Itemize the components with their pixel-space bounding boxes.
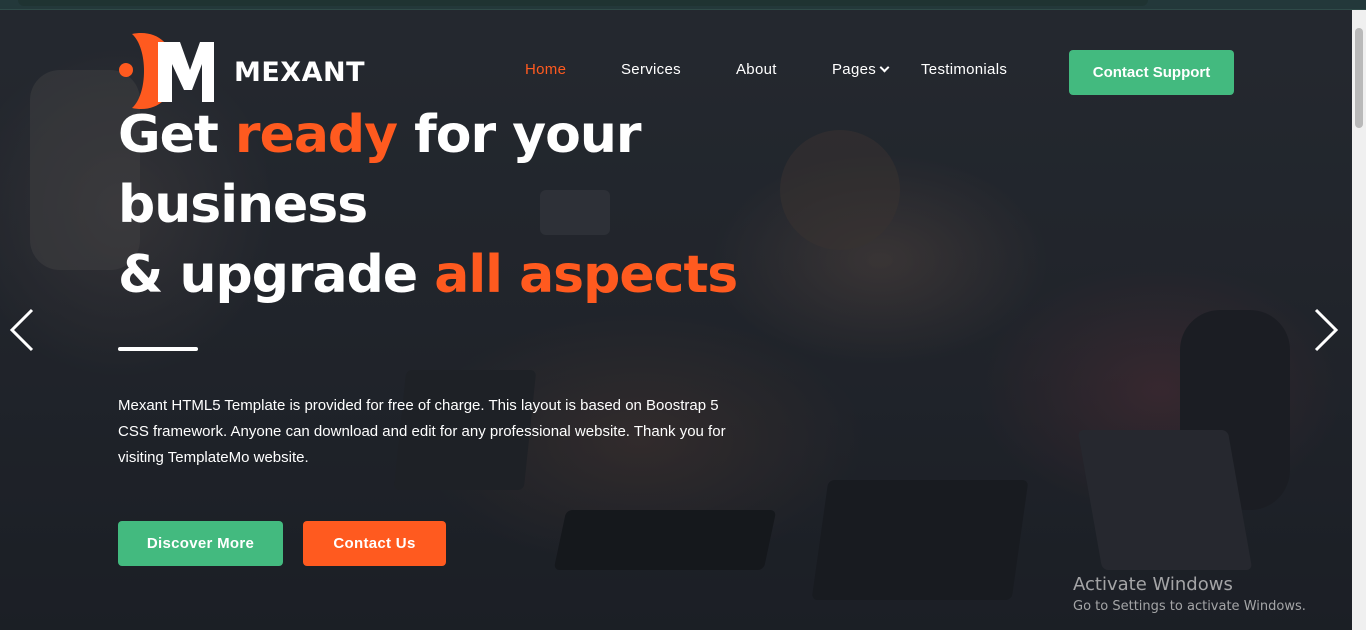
- headline-text: Get: [118, 105, 235, 165]
- browser-top-strip: [0, 0, 1366, 10]
- nav-item-pages-label: Pages: [832, 61, 877, 78]
- chevron-down-icon: [879, 62, 890, 73]
- nav-item-testimonials[interactable]: Testimonials: [921, 61, 1007, 78]
- watermark-subtitle: Go to Settings to activate Windows.: [1073, 599, 1306, 614]
- headline-line-1: Get ready for your: [118, 100, 737, 170]
- headline-line-2: business: [118, 175, 368, 235]
- headline-accent-all-aspects: all aspects: [434, 245, 738, 305]
- headline-accent-ready: ready: [234, 105, 398, 165]
- nav-item-pages[interactable]: Pages: [832, 61, 890, 78]
- scrollbar-thumb[interactable]: [1355, 28, 1363, 128]
- chevron-left-icon[interactable]: [8, 308, 36, 352]
- hero-description: Mexant HTML5 Template is provided for fr…: [118, 397, 726, 466]
- brand-name: MEXANT: [234, 56, 366, 88]
- nav-item-home[interactable]: Home: [525, 61, 566, 78]
- headline-text: for your: [397, 105, 641, 165]
- headline-divider: [118, 347, 198, 351]
- nav-item-services[interactable]: Services: [621, 61, 681, 78]
- chevron-right-icon[interactable]: [1312, 308, 1340, 352]
- headline-text: & upgrade: [118, 245, 435, 305]
- page-scrollbar[interactable]: [1352, 10, 1366, 630]
- hero-headline: Get ready for your business & upgrade al…: [118, 100, 738, 310]
- contact-support-button[interactable]: Contact Support: [1069, 50, 1234, 95]
- discover-more-button[interactable]: Discover More: [118, 521, 283, 566]
- activate-windows-watermark: Activate Windows Go to Settings to activ…: [1073, 573, 1306, 617]
- headline-line-3: & upgrade all aspects: [118, 240, 738, 310]
- watermark-title: Activate Windows: [1073, 574, 1233, 595]
- contact-us-button[interactable]: Contact Us: [303, 521, 446, 566]
- nav-item-about[interactable]: About: [736, 61, 777, 78]
